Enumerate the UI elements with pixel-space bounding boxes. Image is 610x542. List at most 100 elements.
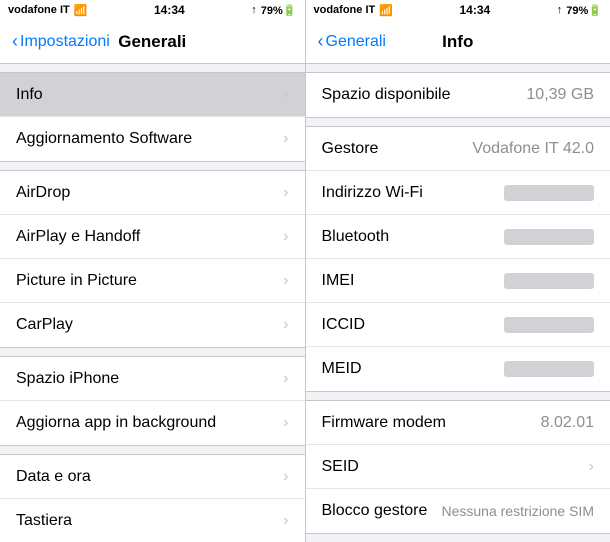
list-item-aggiornamento-label: Aggiornamento Software bbox=[16, 130, 192, 148]
row-firmware-value: 8.02.01 bbox=[541, 414, 594, 432]
right-status-left: vodafone IT 📶 bbox=[314, 4, 393, 17]
left-arrow-icon: ↑ bbox=[251, 4, 257, 16]
row-imei-label: IMEI bbox=[322, 272, 355, 290]
right-wifi-icon: 📶 bbox=[379, 4, 393, 17]
list-item-picture[interactable]: Picture in Picture › bbox=[0, 259, 305, 303]
row-meid-label: MEID bbox=[322, 360, 362, 378]
list-item-data-ora-label: Data e ora bbox=[16, 468, 91, 486]
left-status-left: vodafone IT 📶 bbox=[8, 4, 87, 17]
list-item-airdrop-chevron: › bbox=[283, 184, 288, 202]
left-back-label: Impostazioni bbox=[20, 33, 110, 51]
row-bluetooth-value bbox=[504, 229, 594, 245]
row-blocco: Blocco gestore Nessuna restrizione SIM bbox=[306, 489, 610, 533]
right-time: 14:34 bbox=[460, 3, 491, 17]
row-bluetooth-label: Bluetooth bbox=[322, 228, 390, 246]
left-back-button[interactable]: ‹ Impostazioni bbox=[12, 31, 110, 52]
row-spazio: Spazio disponibile 10,39 GB bbox=[306, 73, 610, 117]
list-item-tastiera[interactable]: Tastiera › bbox=[0, 499, 305, 542]
right-back-label: Generali bbox=[326, 33, 386, 51]
list-item-info-label: Info bbox=[16, 86, 43, 104]
row-bluetooth: Bluetooth bbox=[306, 215, 610, 259]
left-section-4: Data e ora › Tastiera › Font › bbox=[0, 454, 305, 542]
list-item-carplay-label: CarPlay bbox=[16, 316, 73, 334]
list-item-picture-chevron: › bbox=[283, 272, 288, 290]
list-item-tastiera-label: Tastiera bbox=[16, 512, 72, 530]
list-item-airdrop[interactable]: AirDrop › bbox=[0, 171, 305, 215]
list-item-tastiera-chevron: › bbox=[283, 512, 288, 530]
list-item-info[interactable]: Info › bbox=[0, 73, 305, 117]
row-gestore-label: Gestore bbox=[322, 140, 379, 158]
row-iccid: ICCID bbox=[306, 303, 610, 347]
right-group-1: Spazio disponibile 10,39 GB bbox=[306, 72, 610, 118]
right-status-right: ↑ 79%🔋 bbox=[557, 4, 602, 17]
row-iccid-label: ICCID bbox=[322, 316, 366, 334]
row-seid[interactable]: SEID › bbox=[306, 445, 610, 489]
right-nav-bar: ‹ Generali Info bbox=[306, 20, 610, 64]
row-meid-value bbox=[504, 361, 594, 377]
left-group-1: Info › Aggiornamento Software › bbox=[0, 72, 305, 162]
list-item-data-ora[interactable]: Data e ora › bbox=[0, 455, 305, 499]
list-item-airplay-label: AirPlay e Handoff bbox=[16, 228, 140, 246]
row-iccid-value bbox=[504, 317, 594, 333]
left-time: 14:34 bbox=[154, 3, 185, 17]
list-item-spazio-iphone-label: Spazio iPhone bbox=[16, 370, 119, 388]
list-item-picture-label: Picture in Picture bbox=[16, 272, 137, 290]
list-item-aggiorna-app-chevron: › bbox=[283, 414, 288, 432]
left-group-4: Data e ora › Tastiera › Font › bbox=[0, 454, 305, 542]
right-section-1: Spazio disponibile 10,39 GB bbox=[306, 72, 610, 118]
row-wifi-value bbox=[504, 185, 594, 201]
list-item-airplay[interactable]: AirPlay e Handoff › bbox=[0, 215, 305, 259]
left-back-chevron-icon: ‹ bbox=[12, 31, 18, 52]
left-section-2: AirDrop › AirPlay e Handoff › Picture in… bbox=[0, 170, 305, 348]
right-back-chevron-icon: ‹ bbox=[318, 31, 324, 52]
right-status-bar: vodafone IT 📶 14:34 ↑ 79%🔋 bbox=[306, 0, 610, 20]
list-item-aggiornamento[interactable]: Aggiornamento Software › bbox=[0, 117, 305, 161]
right-content: Spazio disponibile 10,39 GB Gestore Voda… bbox=[306, 64, 610, 542]
list-item-carplay-chevron: › bbox=[283, 316, 288, 334]
right-panel: vodafone IT 📶 14:34 ↑ 79%🔋 ‹ Generali In… bbox=[306, 0, 610, 542]
left-status-bar: vodafone IT 📶 14:34 ↑ 79%🔋 bbox=[0, 0, 305, 20]
row-gestore: Gestore Vodafone IT 42.0 bbox=[306, 127, 610, 171]
list-item-aggiorna-app-label: Aggiorna app in background bbox=[16, 414, 216, 432]
list-item-aggiornamento-chevron: › bbox=[283, 130, 288, 148]
left-wifi-icon: 📶 bbox=[74, 4, 88, 17]
list-item-airdrop-label: AirDrop bbox=[16, 184, 70, 202]
left-section-3: Spazio iPhone › Aggiorna app in backgrou… bbox=[0, 356, 305, 446]
list-item-airplay-chevron: › bbox=[283, 228, 288, 246]
left-carrier: vodafone IT bbox=[8, 4, 70, 16]
row-imei-value bbox=[504, 273, 594, 289]
right-group-2: Gestore Vodafone IT 42.0 Indirizzo Wi-Fi… bbox=[306, 126, 610, 392]
right-carrier: vodafone IT bbox=[314, 4, 376, 16]
list-item-aggiorna-app[interactable]: Aggiorna app in background › bbox=[0, 401, 305, 445]
right-arrow-icon: ↑ bbox=[557, 4, 563, 16]
right-section-3: Firmware modem 8.02.01 SEID › Blocco ges… bbox=[306, 400, 610, 534]
row-blocco-value: Nessuna restrizione SIM bbox=[441, 503, 594, 519]
row-spazio-value: 10,39 GB bbox=[526, 86, 594, 104]
row-seid-label: SEID bbox=[322, 458, 359, 476]
right-group-3: Firmware modem 8.02.01 SEID › Blocco ges… bbox=[306, 400, 610, 534]
row-wifi-label: Indirizzo Wi-Fi bbox=[322, 184, 423, 202]
row-gestore-value: Vodafone IT 42.0 bbox=[472, 140, 594, 158]
row-meid: MEID bbox=[306, 347, 610, 391]
row-wifi: Indirizzo Wi-Fi bbox=[306, 171, 610, 215]
row-blocco-label: Blocco gestore bbox=[322, 502, 428, 520]
list-item-spazio-iphone-chevron: › bbox=[283, 370, 288, 388]
row-firmware-label: Firmware modem bbox=[322, 414, 446, 432]
left-content: Info › Aggiornamento Software › AirDrop … bbox=[0, 64, 305, 542]
left-nav-bar: ‹ Impostazioni Generali bbox=[0, 20, 305, 64]
row-spazio-label: Spazio disponibile bbox=[322, 86, 451, 104]
right-battery: 79%🔋 bbox=[566, 4, 602, 17]
list-item-info-chevron: › bbox=[283, 86, 288, 104]
left-group-3: Spazio iPhone › Aggiorna app in backgrou… bbox=[0, 356, 305, 446]
row-firmware: Firmware modem 8.02.01 bbox=[306, 401, 610, 445]
row-seid-chevron: › bbox=[589, 458, 594, 476]
right-section-2: Gestore Vodafone IT 42.0 Indirizzo Wi-Fi… bbox=[306, 126, 610, 392]
left-panel: vodafone IT 📶 14:34 ↑ 79%🔋 ‹ Impostazion… bbox=[0, 0, 306, 542]
row-imei: IMEI bbox=[306, 259, 610, 303]
list-item-spazio-iphone[interactable]: Spazio iPhone › bbox=[0, 357, 305, 401]
left-status-right: ↑ 79%🔋 bbox=[251, 4, 296, 17]
right-back-button[interactable]: ‹ Generali bbox=[318, 31, 386, 52]
list-item-carplay[interactable]: CarPlay › bbox=[0, 303, 305, 347]
left-nav-title: Generali bbox=[118, 32, 186, 52]
left-group-2: AirDrop › AirPlay e Handoff › Picture in… bbox=[0, 170, 305, 348]
